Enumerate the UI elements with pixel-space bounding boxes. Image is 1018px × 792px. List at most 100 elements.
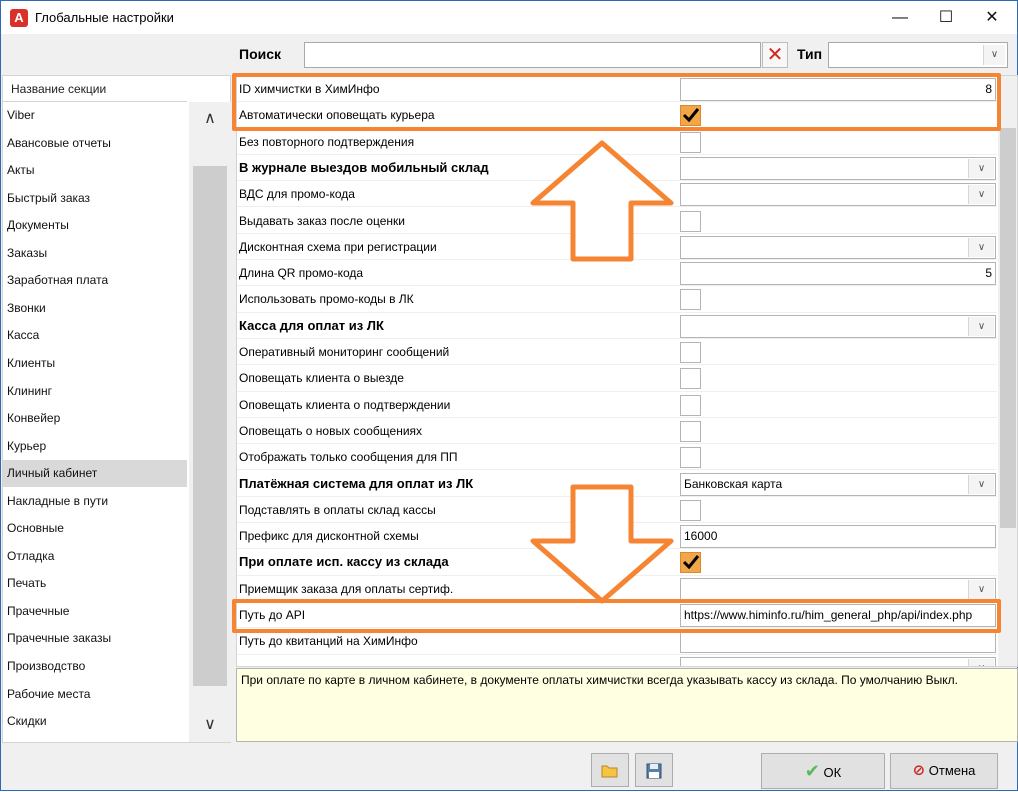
property-value-input[interactable]: 5: [680, 262, 996, 286]
sidebar-item[interactable]: Авансовые отчеты: [3, 130, 187, 157]
scrollbar-thumb[interactable]: [193, 166, 227, 686]
sidebar-item[interactable]: Основные: [3, 515, 187, 542]
sidebar-item[interactable]: Прачечные: [3, 598, 187, 625]
property-value-select[interactable]: ∨: [680, 314, 996, 338]
sidebar-item[interactable]: Прачечные заказы: [3, 625, 187, 652]
save-icon: [646, 763, 662, 779]
property-label: Касса для оплат из ЛК: [239, 317, 384, 333]
property-row[interactable]: Путь до квитанций на ХимИнфо: [237, 628, 997, 655]
open-folder-button[interactable]: [591, 753, 629, 787]
property-row[interactable]: Отображать только сообщения для ПП: [237, 444, 997, 471]
sidebar-item[interactable]: Акты: [3, 157, 187, 184]
sidebar-item[interactable]: Накладные в пути: [3, 488, 187, 515]
property-checkbox[interactable]: [680, 552, 701, 574]
property-label: Оповещать о новых сообщениях: [239, 423, 423, 438]
property-label: Без повторного подтверждения: [239, 134, 415, 149]
property-value-select[interactable]: ∨: [680, 656, 996, 666]
sidebar-item[interactable]: Документы: [3, 212, 187, 239]
property-checkbox[interactable]: [680, 289, 701, 311]
property-value-select[interactable]: ∨: [680, 183, 996, 207]
sidebar-item[interactable]: Заказы: [3, 240, 187, 267]
property-value-select[interactable]: Банковская карта ∨: [680, 472, 996, 496]
minimize-button[interactable]: —: [877, 1, 923, 34]
chevron-down-icon[interactable]: ∨: [968, 237, 994, 257]
chevron-down-icon[interactable]: ∨: [968, 185, 994, 205]
close-button[interactable]: ✕: [969, 1, 1015, 34]
property-row[interactable]: Оповещать клиента о выезде: [237, 365, 997, 392]
chevron-down-icon[interactable]: ∨: [968, 658, 994, 666]
property-label: В журнале выездов мобильный склад: [239, 159, 489, 175]
sidebar-item[interactable]: Скидки: [3, 708, 187, 735]
cancel-button[interactable]: ⊘ Отмена: [890, 753, 998, 789]
sidebar-item[interactable]: Курьер: [3, 433, 187, 460]
property-label: Автоматически оповещать курьера: [239, 108, 435, 123]
property-label: Путь до API: [239, 608, 306, 622]
type-select[interactable]: ∨: [828, 42, 1008, 68]
sidebar-item[interactable]: Личный кабинет: [3, 460, 187, 488]
chevron-down-icon[interactable]: ∨: [968, 316, 994, 336]
sidebar-item[interactable]: Клиенты: [3, 350, 187, 377]
property-select-value: Банковская карта: [684, 476, 783, 491]
property-row[interactable]: ∨: [237, 655, 997, 666]
clear-icon: ✕: [766, 44, 784, 66]
property-value-input[interactable]: [680, 630, 996, 654]
property-row[interactable]: Оперативный мониторинг сообщений: [237, 339, 997, 366]
sidebar-item[interactable]: Конвейер: [3, 405, 187, 432]
maximize-button[interactable]: ☐: [923, 1, 969, 34]
save-button[interactable]: [635, 753, 673, 787]
sidebar-item[interactable]: Viber: [3, 102, 187, 129]
scroll-up-icon[interactable]: ∧: [193, 106, 227, 132]
property-value-input[interactable]: https://www.himinfo.ru/him_general_php/a…: [680, 604, 996, 627]
property-checkbox[interactable]: [680, 420, 701, 442]
chevron-down-icon[interactable]: ∨: [968, 579, 994, 599]
sidebar-item[interactable]: Касса: [3, 322, 187, 349]
property-row[interactable]: ID химчистки в ХимИнфо 8: [237, 76, 997, 103]
sidebar-item[interactable]: Рабочие места: [3, 681, 187, 708]
property-value-select[interactable]: ∨: [680, 577, 996, 601]
property-checkbox[interactable]: [680, 210, 701, 232]
property-label: Приемщик заказа для оплаты сертиф.: [239, 581, 454, 596]
sidebar-item[interactable]: Отладка: [3, 543, 187, 570]
global-settings-window: A Глобальные настройки — ☐ ✕ Поиск ✕ Тип…: [0, 0, 1018, 791]
property-checkbox[interactable]: [680, 131, 701, 153]
property-row[interactable]: Оповещать о новых сообщениях: [237, 418, 997, 445]
property-label: Длина QR промо-кода: [239, 266, 364, 281]
property-checkbox[interactable]: [680, 447, 701, 469]
property-row[interactable]: Автоматически оповещать курьера: [237, 102, 997, 129]
ok-button[interactable]: ✔ ОК: [761, 753, 885, 789]
property-checkbox[interactable]: [680, 394, 701, 416]
sidebar-item[interactable]: Производство: [3, 653, 187, 680]
cancel-label: Отмена: [928, 763, 976, 778]
scroll-down-icon[interactable]: ∨: [193, 712, 227, 738]
chevron-down-icon[interactable]: ∨: [968, 474, 994, 494]
property-value-select[interactable]: ∨: [680, 235, 996, 259]
property-value-select[interactable]: ∨: [680, 156, 996, 180]
property-label: Платёжная система для оплат из ЛК: [239, 475, 474, 491]
sidebar-item[interactable]: Клининг: [3, 378, 187, 405]
sidebar-item[interactable]: Печать: [3, 570, 187, 597]
clear-search-button[interactable]: ✕: [762, 42, 788, 68]
property-row[interactable]: Касса для оплат из ЛК ∨: [237, 313, 997, 339]
property-value-input[interactable]: 16000: [680, 525, 996, 549]
property-row[interactable]: Оповещать клиента о подтверждении: [237, 392, 997, 418]
property-grid-scrollbar[interactable]: [998, 76, 1017, 666]
sidebar-item[interactable]: Заработная плата: [3, 267, 187, 294]
property-row[interactable]: Длина QR промо-кода 5: [237, 260, 997, 287]
property-row[interactable]: Использовать промо-коды в ЛК: [237, 286, 997, 313]
sidebar-item[interactable]: Быстрый заказ: [3, 185, 187, 212]
ok-label: ОК: [823, 765, 842, 780]
sidebar-item[interactable]: Звонки: [3, 295, 187, 322]
property-value-input[interactable]: 8: [680, 78, 996, 101]
property-checkbox[interactable]: [680, 499, 701, 521]
search-input[interactable]: [304, 42, 761, 68]
property-checkbox[interactable]: [680, 368, 701, 390]
chevron-down-icon[interactable]: ∨: [983, 45, 1005, 65]
scrollbar-thumb[interactable]: [1000, 128, 1016, 528]
property-label: Оповещать клиента о подтверждении: [239, 397, 451, 412]
property-row[interactable]: Путь до API https://www.himinfo.ru/him_ge…: [237, 602, 997, 629]
chevron-down-icon[interactable]: ∨: [968, 158, 994, 178]
property-checkbox[interactable]: [680, 105, 701, 127]
property-checkbox[interactable]: [680, 342, 701, 363]
section-list: Название секции Viber Авансовые отчеты Акт…: [2, 75, 231, 743]
section-list-scrollbar[interactable]: ∧ ∨: [189, 102, 231, 742]
